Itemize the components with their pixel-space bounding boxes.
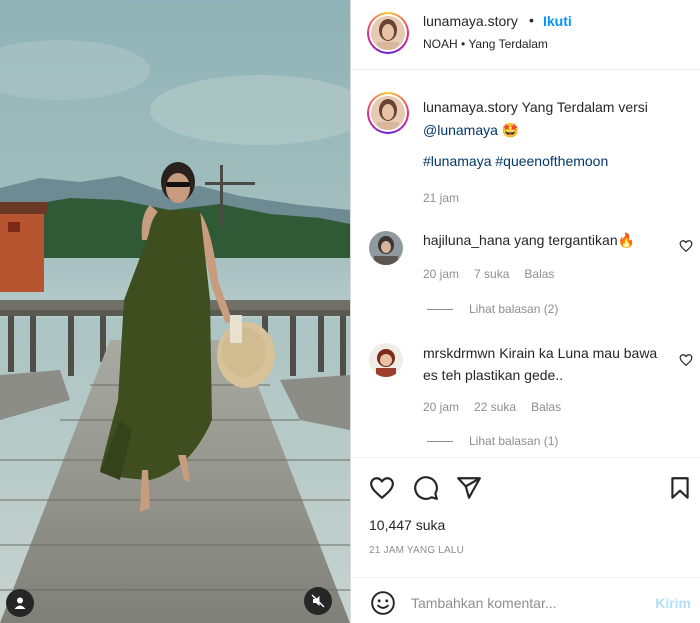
muted-speaker-icon [311,594,325,608]
comment-username[interactable]: hajiluna_hana [423,232,510,248]
post-header: lunamaya.story • Ikuti NOAH • Yang Terda… [351,0,700,70]
author-avatar[interactable] [367,12,409,54]
comment-time[interactable]: 20 jam [423,400,459,414]
comment-body: yang tergantikan🔥 [510,232,636,248]
post-actions: 10,447 suka 21 JAM YANG LALU [351,457,700,577]
comment-like-heart-icon[interactable] [679,239,693,253]
comment-time[interactable]: 20 jam [423,267,459,281]
view-replies-label: Lihat balasan (2) [469,302,559,316]
caption-time[interactable]: 21 jam [423,191,459,205]
caption-avatar[interactable] [367,92,409,134]
comments-section[interactable]: lunamaya.story Yang Terdalam versi @luna… [351,71,700,457]
caption-mention[interactable]: @lunamaya [423,122,498,138]
bookmark-icon[interactable] [667,475,693,501]
replies-divider [427,440,453,442]
share-icon[interactable] [456,475,482,501]
caption-username[interactable]: lunamaya.story [423,99,518,115]
post-details-panel: lunamaya.story • Ikuti NOAH • Yang Terda… [350,0,700,623]
emoji-icon[interactable] [370,590,396,616]
comment-meta: 20 jam 7 suka Balas [423,267,569,281]
caption-hashtags[interactable]: #lunamaya #queenofthemoon [423,153,608,169]
comment-likes[interactable]: 7 suka [474,267,509,281]
comment-avatar[interactable] [369,343,403,377]
heart-icon[interactable] [369,475,395,501]
audio-track-link[interactable]: NOAH • Yang Terdalam [423,37,548,51]
comment-icon[interactable] [413,475,439,501]
comment-reply-button[interactable]: Balas [524,267,554,281]
user-tag-icon [14,597,26,609]
author-username[interactable]: lunamaya.story [423,13,518,29]
likes-count[interactable]: 10,447 suka [369,517,445,533]
post-timestamp[interactable]: 21 JAM YANG LALU [369,545,464,556]
caption-body: Yang Terdalam versi [517,99,648,115]
comment-meta: 20 jam 22 suka Balas [423,400,576,414]
mute-toggle-button[interactable] [304,587,332,615]
view-replies-button[interactable]: Lihat balasan (1) [427,434,558,448]
post-comment-button[interactable]: Kirim [655,595,691,611]
follow-button[interactable]: Ikuti [543,13,572,29]
separator-dot: • [529,12,534,28]
comment-likes[interactable]: 22 suka [474,400,516,414]
comment-text: mrskdrmwn Kirain ka Luna mau bawa es teh… [423,342,663,386]
comment-like-heart-icon[interactable] [679,353,693,367]
comment-avatar[interactable] [369,231,403,265]
comment-reply-button[interactable]: Balas [531,400,561,414]
view-replies-label: Lihat balasan (1) [469,434,559,448]
post-media-video[interactable] [0,0,350,623]
caption-text: lunamaya.story Yang Terdalam versi @luna… [423,96,685,142]
comment-input[interactable] [411,590,631,616]
add-comment-bar: Kirim [351,577,700,623]
caption-emoji: 🤩 [501,122,520,138]
video-frame [0,0,350,623]
comment-text: hajiluna_hana yang tergantikan🔥 [423,229,663,251]
view-replies-button[interactable]: Lihat balasan (2) [427,302,558,316]
comment-username[interactable]: mrskdrmwn [423,345,495,361]
user-tag-button[interactable] [6,589,34,617]
replies-divider [427,308,453,310]
